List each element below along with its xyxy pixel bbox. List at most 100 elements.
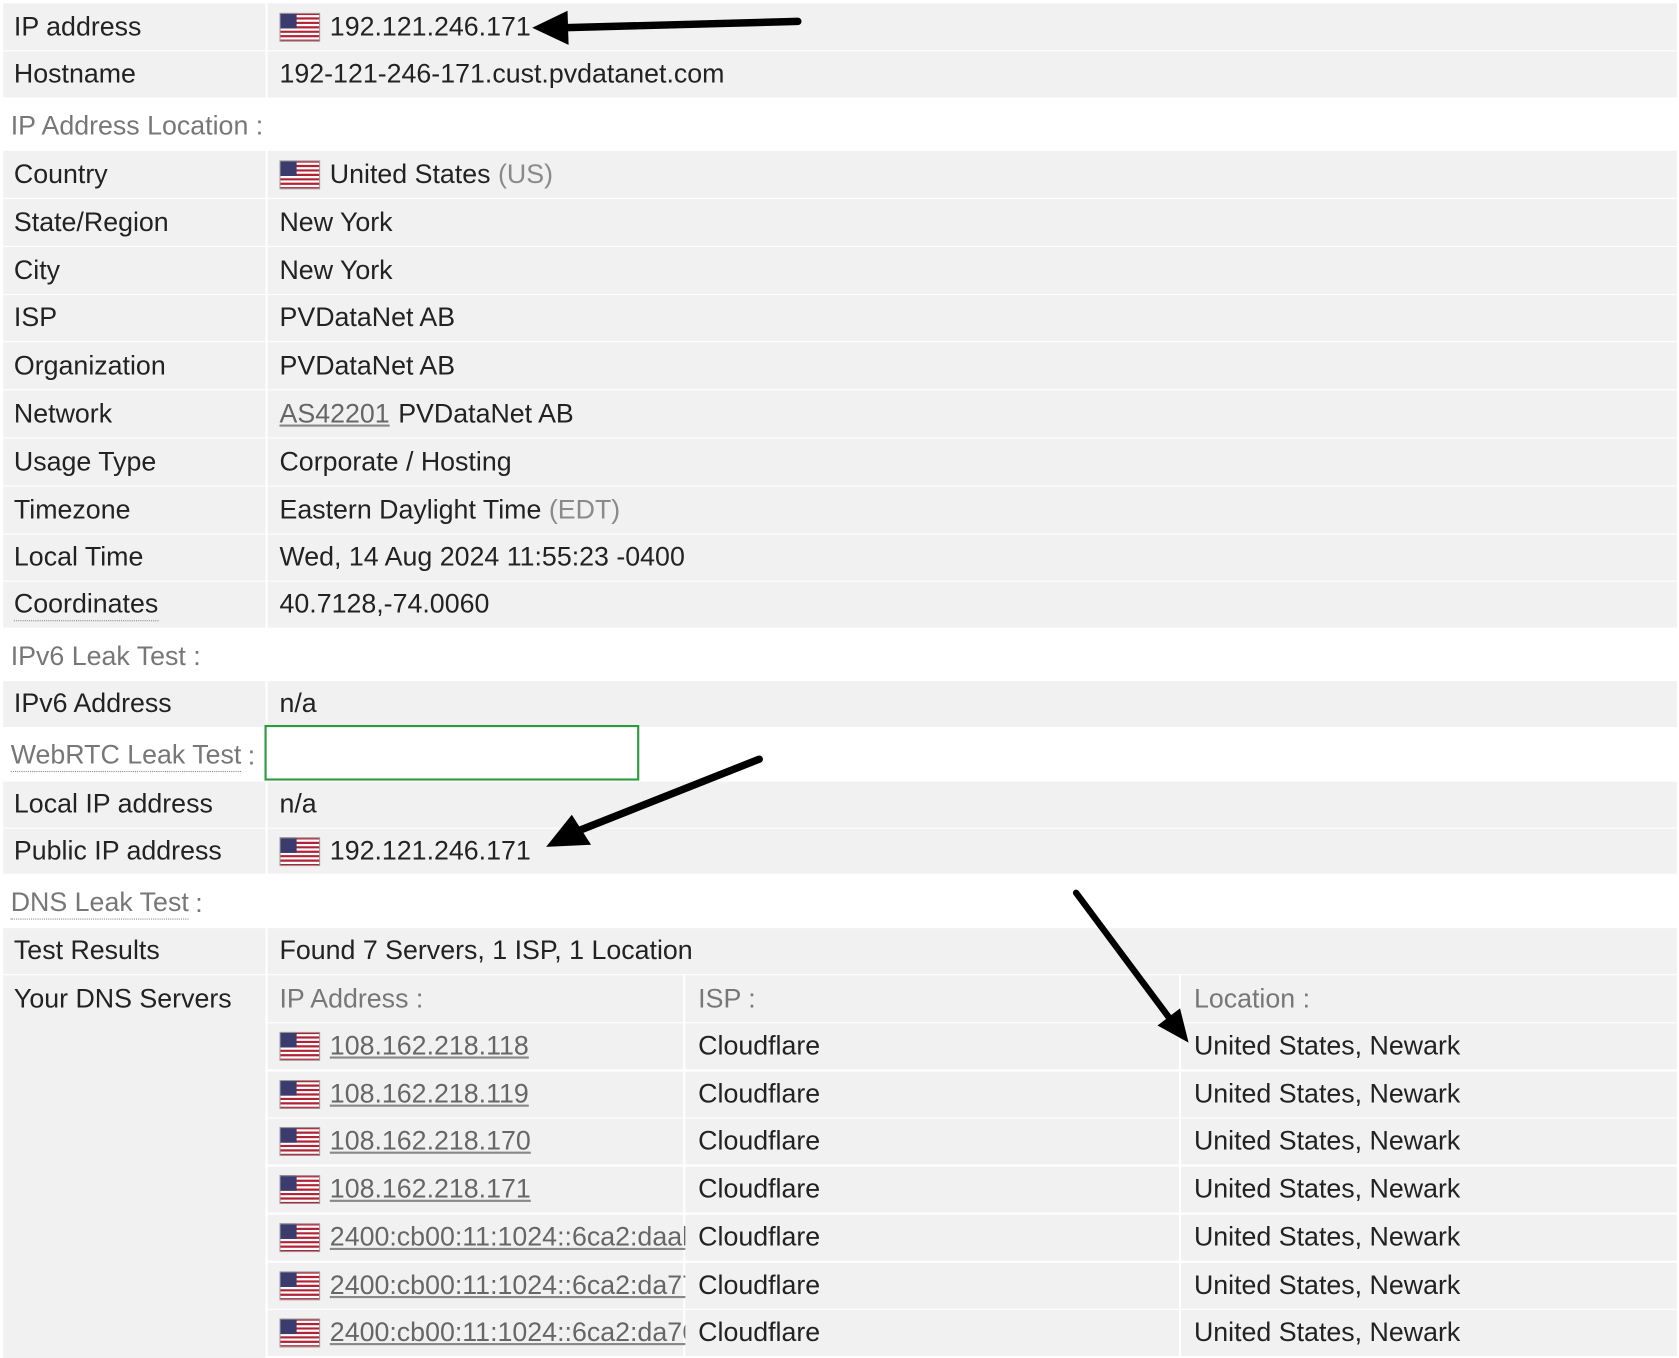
- dns-server-ip-cell: 108.162.218.170: [267, 1118, 684, 1165]
- dns-server-location: United States, Newark: [1181, 1118, 1677, 1165]
- timezone-abbr: (EDT): [548, 494, 621, 525]
- isp-row: ISP PVDataNet AB: [3, 295, 1677, 343]
- usage-type-value: Corporate / Hosting: [267, 438, 1677, 486]
- dns-title-colon: :: [195, 888, 203, 918]
- us-flag-icon: [279, 1079, 321, 1109]
- dns-server-row: 2400:cb00:11:1024::6ca2:daab Cloudflare Un…: [267, 1214, 1677, 1261]
- timezone-label: Timezone: [3, 486, 266, 534]
- asn-link[interactable]: AS42201: [279, 398, 389, 429]
- dns-server-ip-link[interactable]: 2400:cb00:11:1024::6ca2:daab: [330, 1222, 697, 1253]
- ip-address-value: 192.121.246.171: [329, 11, 531, 42]
- test-results-label: Test Results: [3, 928, 266, 975]
- network-label: Network: [3, 390, 266, 438]
- dns-server-row: 2400:cb00:11:1024::6ca2:da76 Cloudflare Un…: [267, 1310, 1677, 1357]
- country-value: United States: [329, 158, 491, 189]
- dns-server-row: 108.162.218.171 Cloudflare United States, …: [267, 1166, 1677, 1213]
- us-flag-icon: [279, 1318, 321, 1348]
- organization-label: Organization: [3, 342, 266, 390]
- dns-server-location: United States, Newark: [1181, 1166, 1677, 1213]
- dns-server-isp: Cloudflare: [685, 1214, 1179, 1261]
- ip-address-label: IP address: [3, 3, 266, 51]
- public-ip-row: Public IP address 192.121.246.171: [3, 828, 1677, 875]
- public-ip-label: Public IP address: [3, 828, 266, 874]
- ipv6-address-value: n/a: [267, 681, 1677, 728]
- dns-server-row: 108.162.218.118 Cloudflare United States, …: [267, 1023, 1677, 1070]
- network-row: Network AS42201 PVDataNet AB: [3, 390, 1677, 439]
- dns-header-isp: ISP :: [685, 975, 1179, 1023]
- us-flag-icon: [279, 836, 321, 866]
- ipv6-address-row: IPv6 Address n/a: [3, 681, 1677, 729]
- dns-server-ip-link[interactable]: 108.162.218.118: [330, 1031, 529, 1062]
- local-time-row: Local Time Wed, 14 Aug 2024 11:55:23 -04…: [3, 534, 1677, 582]
- dns-server-ip-cell: 2400:cb00:11:1024::6ca2:da77: [267, 1262, 697, 1309]
- dns-server-ip-cell: 108.162.218.171: [267, 1166, 684, 1213]
- ip-address-row: IP address 192.121.246.171: [3, 3, 1677, 52]
- timezone-value: Eastern Daylight Time: [279, 494, 542, 525]
- test-results-row: Test Results Found 7 Servers, 1 ISP, 1 L…: [3, 928, 1677, 976]
- dns-server-ip-cell: 2400:cb00:11:1024::6ca2:daab: [267, 1214, 697, 1261]
- country-label: Country: [3, 150, 266, 198]
- city-label: City: [3, 247, 266, 295]
- usage-type-label: Usage Type: [3, 438, 266, 486]
- us-flag-icon: [279, 159, 321, 189]
- us-flag-icon: [279, 12, 321, 42]
- dns-server-ip-link[interactable]: 108.162.218.119: [330, 1079, 529, 1110]
- dns-server-ip-link[interactable]: 108.162.218.170: [330, 1126, 531, 1157]
- dns-server-isp: Cloudflare: [685, 1310, 1179, 1357]
- dns-table-header: IP Address : ISP : Location :: [267, 975, 1677, 1023]
- dns-server-location: United States, Newark: [1181, 1214, 1677, 1261]
- dns-server-isp: Cloudflare: [685, 1166, 1179, 1213]
- us-flag-icon: [279, 1127, 321, 1157]
- us-flag-icon: [279, 1223, 321, 1252]
- test-results-value: Found 7 Servers, 1 ISP, 1 Location: [267, 928, 1677, 975]
- dns-server-ip-link[interactable]: 2400:cb00:11:1024::6ca2:da77: [330, 1270, 697, 1301]
- dns-server-row: 2400:cb00:11:1024::6ca2:da77 Cloudflare Un…: [267, 1262, 1677, 1309]
- dns-header-location: Location :: [1181, 975, 1677, 1023]
- dns-server-isp: Cloudflare: [685, 1071, 1179, 1118]
- us-flag-icon: [279, 1031, 321, 1061]
- organization-row: Organization PVDataNet AB: [3, 342, 1677, 391]
- dns-servers-label-cell: Your DNS Servers: [3, 975, 266, 1358]
- local-ip-row: Local IP address n/a: [3, 781, 1677, 829]
- dns-server-ip-link[interactable]: 2400:cb00:11:1024::6ca2:da76: [330, 1318, 697, 1349]
- webrtc-result-box: [264, 724, 640, 781]
- webrtc-title-link[interactable]: WebRTC Leak Test: [10, 740, 242, 773]
- location-section-title: IP Address Location :: [3, 102, 1677, 150]
- us-flag-icon: [279, 1175, 321, 1205]
- ip-info-sheet: IP address 192.121.246.171 Hostname 192-…: [0, 0, 1679, 1358]
- webrtc-section-title: WebRTC Leak Test :: [3, 731, 1677, 781]
- coordinates-value: 40.7128,-74.0060: [267, 581, 1677, 628]
- isp-value: PVDataNet AB: [267, 295, 1677, 342]
- hostname-value: 192-121-246-171.cust.pvdatanet.com: [267, 51, 1677, 98]
- dns-server-isp: Cloudflare: [685, 1262, 1179, 1309]
- dns-server-row: 108.162.218.119 Cloudflare United States, …: [267, 1071, 1677, 1118]
- dns-server-isp: Cloudflare: [685, 1118, 1179, 1165]
- isp-label: ISP: [3, 295, 266, 342]
- dns-server-location: United States, Newark: [1181, 1023, 1677, 1070]
- local-ip-label: Local IP address: [3, 781, 266, 828]
- ipv6-address-label: IPv6 Address: [3, 681, 266, 728]
- dns-server-ip-link[interactable]: 108.162.218.171: [330, 1174, 531, 1205]
- network-value: PVDataNet AB: [398, 398, 574, 429]
- ipv6-section-title: IPv6 Leak Test :: [3, 633, 1677, 681]
- dns-servers-label: Your DNS Servers: [13, 983, 232, 1014]
- dns-server-ip-cell: 2400:cb00:11:1024::6ca2:da76: [267, 1310, 697, 1357]
- city-value: New York: [267, 247, 1677, 295]
- local-time-label: Local Time: [3, 534, 266, 581]
- timezone-row: Timezone Eastern Daylight Time (EDT): [3, 486, 1677, 535]
- dns-server-location: United States, Newark: [1181, 1071, 1677, 1118]
- hostname-label: Hostname: [3, 51, 266, 98]
- public-ip-value: 192.121.246.171: [329, 835, 531, 866]
- city-row: City New York: [3, 247, 1677, 296]
- dns-server-ip-cell: 108.162.218.118: [267, 1023, 684, 1070]
- country-code: (US): [498, 158, 554, 189]
- organization-value: PVDataNet AB: [267, 342, 1677, 390]
- state-label: State/Region: [3, 198, 266, 246]
- dns-title-link[interactable]: DNS Leak Test: [10, 888, 189, 920]
- dns-server-isp: Cloudflare: [685, 1023, 1179, 1070]
- dns-header-ip: IP Address :: [267, 975, 684, 1023]
- us-flag-icon: [279, 1270, 321, 1300]
- dns-server-row: 108.162.218.170 Cloudflare United States, …: [267, 1118, 1677, 1165]
- coordinates-label[interactable]: Coordinates: [13, 589, 159, 621]
- usage-type-row: Usage Type Corporate / Hosting: [3, 438, 1677, 487]
